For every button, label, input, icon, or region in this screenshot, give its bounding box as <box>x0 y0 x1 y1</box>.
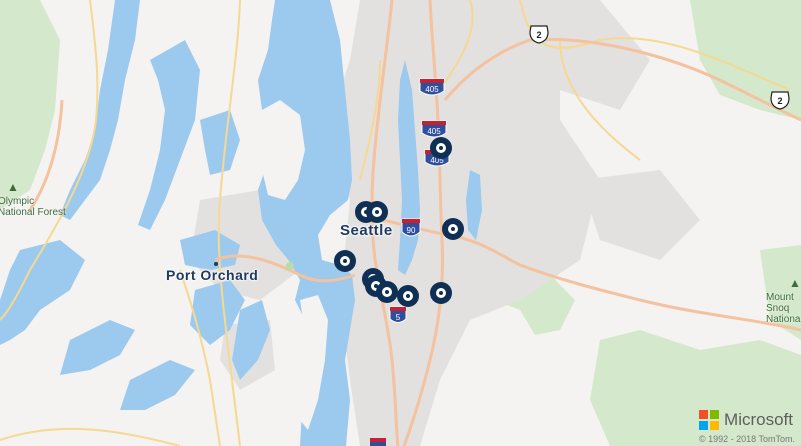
map-pin[interactable] <box>334 250 356 272</box>
microsoft-logo[interactable]: Microsoft <box>699 410 793 430</box>
city-label-seattle: Seattle <box>340 222 393 239</box>
park-label-olympic: Olympic National Forest <box>0 196 66 218</box>
interstate-5-shield: 5 <box>389 306 407 323</box>
microsoft-logo-icon <box>699 410 720 430</box>
svg-text:405: 405 <box>425 85 439 94</box>
interstate-405-shield: 405 <box>419 78 445 96</box>
interstate-90-shield: 90 <box>401 218 421 237</box>
copyright-text: © 1992 - 2018 TomTom. <box>698 434 795 444</box>
city-dot-port-orchard <box>214 262 218 266</box>
map-pin[interactable] <box>376 281 398 303</box>
interstate-shield-partial <box>370 438 386 446</box>
map-pin[interactable] <box>397 285 419 307</box>
tree-icon: ▲ <box>789 276 801 290</box>
us-2-shield: 2 <box>770 91 790 110</box>
svg-text:2: 2 <box>777 96 782 106</box>
map-view[interactable]: Seattle Port Orchard ▲ Olympic National … <box>0 0 801 446</box>
microsoft-brand-text: Microsoft <box>724 410 793 429</box>
svg-text:5: 5 <box>396 313 401 322</box>
map-pin[interactable] <box>430 282 452 304</box>
map-pin[interactable] <box>430 137 452 159</box>
tree-icon: ▲ <box>7 180 19 194</box>
interstate-405-shield: 405 <box>421 120 447 138</box>
park-label-snoqualmie: Mount Snoq Nationa <box>766 292 801 325</box>
svg-text:90: 90 <box>407 226 416 235</box>
svg-text:405: 405 <box>427 127 441 136</box>
us-2-shield: 2 <box>529 25 549 44</box>
park-spot <box>286 262 294 270</box>
map-pin[interactable] <box>366 201 388 223</box>
city-label-port-orchard: Port Orchard <box>166 267 259 283</box>
svg-text:2: 2 <box>536 30 541 40</box>
map-pin[interactable] <box>442 218 464 240</box>
